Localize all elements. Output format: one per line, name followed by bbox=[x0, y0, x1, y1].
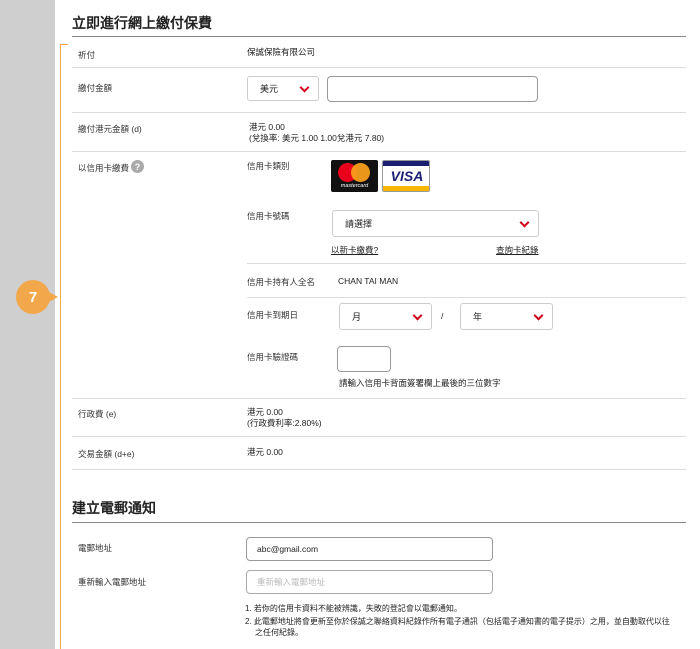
expiry-separator: / bbox=[441, 311, 444, 321]
visa-top-band bbox=[383, 161, 429, 166]
card-number-select-value: 請選擇 bbox=[345, 219, 373, 229]
step-bracket bbox=[60, 44, 68, 649]
row-divider bbox=[72, 151, 686, 152]
mastercard-wordmark: mastercard bbox=[340, 183, 369, 189]
card-holder-name: CHAN TAI MAN bbox=[338, 276, 399, 286]
row-divider bbox=[72, 469, 686, 470]
admin-fee-rate: (行政費利率:2.80%) bbox=[247, 418, 322, 428]
mastercard-orange-circle bbox=[351, 163, 370, 182]
credit-card-label: 以信用卡繳費 bbox=[78, 163, 130, 173]
visa-bottom-band bbox=[383, 186, 429, 191]
admin-fee-label: 行政費 (e) bbox=[78, 409, 117, 419]
email-note-1: 1. 若你的信用卡資料不能被辨識，失敗的登記會以電郵通知。 bbox=[245, 604, 462, 613]
new-card-link[interactable]: 以新卡繳費? bbox=[331, 244, 378, 256]
exchange-rate: (兌換率: 美元 1.00 1.00兌港元 7.80) bbox=[249, 133, 385, 143]
email-note-2-cont: 之任何紀錄。 bbox=[255, 628, 303, 637]
row-divider bbox=[247, 263, 686, 264]
cvv-input[interactable] bbox=[337, 346, 391, 372]
email-confirm-label: 重新輸入電郵地址 bbox=[78, 577, 147, 587]
total-value: 港元 0.00 bbox=[247, 447, 283, 457]
expiry-year-value: 年 bbox=[473, 312, 483, 322]
email-notes: 1. 若你的信用卡資料不能被辨識，失敗的登記會以電郵通知。 2. 此電郵地址將會… bbox=[245, 603, 670, 640]
amount-label: 繳付金額 bbox=[78, 83, 113, 93]
expiry-month-value: 月 bbox=[352, 312, 362, 322]
chevron-down-icon bbox=[533, 310, 544, 321]
email-input[interactable]: abc@gmail.com bbox=[246, 537, 493, 561]
visa-wordmark: VISA bbox=[390, 168, 424, 184]
help-icon[interactable]: ? bbox=[131, 160, 144, 173]
row-divider bbox=[247, 297, 686, 298]
title-divider bbox=[72, 36, 686, 37]
payment-section-title: 立即進行網上繳付保費 bbox=[72, 15, 212, 31]
email-section-title: 建立電郵通知 bbox=[72, 500, 156, 516]
chevron-down-icon bbox=[412, 310, 423, 321]
hkd-amount-value: 港元 0.00 bbox=[249, 122, 285, 132]
email-note-2: 2. 此電郵地址將會更新至你於保誠之聯絡資料紀錄作所有電子通訊（包括電子通知書的… bbox=[245, 617, 670, 626]
email-confirm-input[interactable]: 重新輸入電郵地址 bbox=[246, 570, 493, 594]
card-holder-label: 信用卡持有人全名 bbox=[247, 277, 316, 287]
payee-value: 保誠保險有限公司 bbox=[247, 47, 316, 57]
card-history-link[interactable]: 查詢卡紀錄 bbox=[496, 244, 539, 256]
cvv-hint: 請輸入信用卡背面簽署欄上最後的三位數字 bbox=[339, 378, 501, 388]
left-gutter bbox=[0, 0, 55, 649]
payee-label: 祈付 bbox=[78, 50, 96, 60]
mastercard-logo[interactable]: mastercard bbox=[331, 160, 378, 192]
expiry-label: 信用卡到期日 bbox=[247, 310, 299, 320]
title-divider bbox=[72, 522, 686, 523]
chevron-down-icon bbox=[519, 217, 530, 228]
chevron-down-icon bbox=[299, 82, 310, 93]
row-divider bbox=[72, 398, 686, 399]
email-label: 電郵地址 bbox=[78, 543, 113, 553]
expiry-year-select[interactable]: 年 bbox=[460, 303, 553, 330]
visa-logo[interactable]: VISA bbox=[382, 160, 430, 192]
expiry-month-select[interactable]: 月 bbox=[339, 303, 432, 330]
row-divider bbox=[72, 436, 686, 437]
step-badge: 7 bbox=[16, 280, 58, 314]
amount-input[interactable] bbox=[327, 76, 538, 102]
hkd-amount-label: 繳付港元金額 (d) bbox=[78, 124, 142, 134]
card-type-label: 信用卡類別 bbox=[247, 161, 290, 171]
currency-select-value: 美元 bbox=[260, 84, 279, 94]
admin-fee-value: 港元 0.00 bbox=[247, 407, 283, 417]
currency-select[interactable]: 美元 bbox=[247, 76, 319, 101]
row-divider bbox=[72, 112, 686, 113]
row-divider bbox=[72, 67, 686, 68]
card-number-select[interactable]: 請選擇 bbox=[332, 210, 539, 237]
total-label: 交易金額 (d+e) bbox=[78, 449, 135, 459]
card-number-label: 信用卡號碼 bbox=[247, 211, 290, 221]
cvv-label: 信用卡驗證碼 bbox=[247, 352, 299, 362]
